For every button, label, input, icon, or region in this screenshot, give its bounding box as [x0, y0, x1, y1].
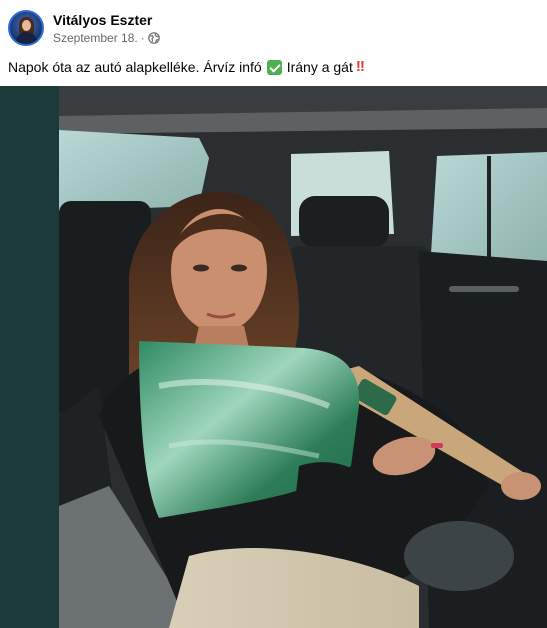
- author-name[interactable]: Vitályos Eszter: [53, 12, 152, 28]
- post-date[interactable]: Szeptember 18.: [53, 31, 138, 45]
- globe-icon: [147, 32, 160, 44]
- post-text: Napok óta az autó alapkelléke. Árvíz inf…: [8, 58, 365, 75]
- post-meta: Szeptember 18. ·: [53, 31, 160, 45]
- post-photo-container: [0, 86, 547, 628]
- meta-separator: ·: [140, 31, 145, 45]
- post-text-main: Napok óta az autó alapkelléke. Árvíz inf…: [8, 58, 262, 75]
- double-exclamation-emoji: ‼: [355, 58, 365, 75]
- check-mark-emoji: [266, 60, 282, 75]
- author-avatar[interactable]: [8, 10, 44, 46]
- post-header: Vitályos Eszter Szeptember 18. ·: [0, 0, 547, 52]
- post-photo[interactable]: [59, 86, 547, 628]
- post-text-tail: Irány a gát: [286, 58, 353, 75]
